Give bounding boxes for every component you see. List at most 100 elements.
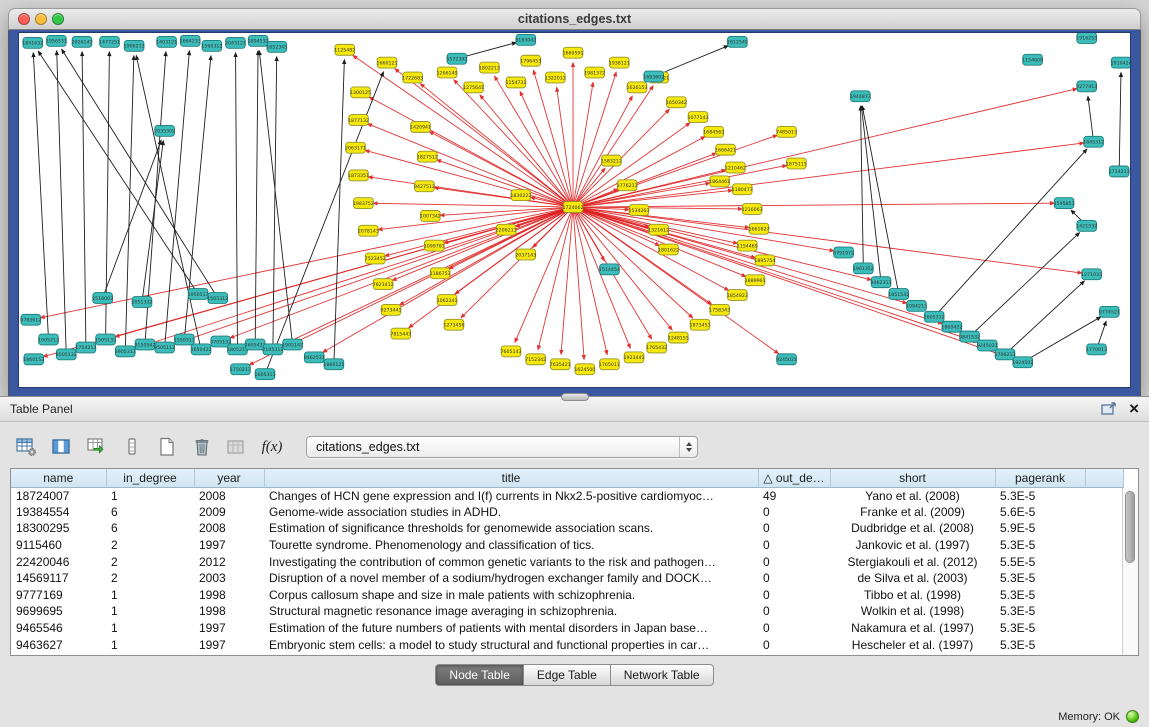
graph-node[interactable]: 1796453 bbox=[520, 55, 541, 66]
graph-node[interactable]: 1938121 bbox=[609, 57, 630, 68]
show-columns-icon[interactable] bbox=[51, 437, 73, 457]
graph-node[interactable]: 1873351 bbox=[348, 170, 369, 181]
graph-node[interactable]: 1505312 bbox=[207, 293, 228, 304]
graph-node[interactable]: 2516003 bbox=[92, 293, 113, 304]
graph-node[interactable]: 1666421 bbox=[715, 144, 736, 155]
graph-node[interactable]: 1845312 bbox=[1083, 136, 1104, 147]
graph-node[interactable]: 1650342 bbox=[666, 97, 687, 108]
graph-node[interactable]: 2043121 bbox=[225, 37, 246, 48]
graph-node[interactable]: 1905313 bbox=[115, 346, 136, 357]
graph-node[interactable]: 1758343 bbox=[709, 304, 730, 315]
graph-node[interactable]: 1875115 bbox=[786, 158, 807, 169]
graph-node[interactable]: 1765432 bbox=[646, 342, 667, 353]
graph-node[interactable]: 1624500 bbox=[574, 364, 595, 375]
column-header-title[interactable]: title bbox=[264, 469, 758, 487]
graph-node[interactable]: 9245021 bbox=[776, 354, 797, 365]
graph-node[interactable]: 9783612 bbox=[20, 314, 41, 325]
graph-node[interactable]: 1421532 bbox=[1076, 220, 1097, 231]
graph-node[interactable]: 7523452 bbox=[365, 253, 386, 264]
import-table-icon[interactable] bbox=[86, 437, 108, 457]
graph-node[interactable]: 1961352 bbox=[853, 263, 874, 274]
graph-node[interactable]: 1895754 bbox=[754, 255, 775, 266]
graph-node[interactable]: 1534263 bbox=[628, 205, 649, 216]
graph-node[interactable]: 2037143 bbox=[515, 249, 536, 260]
graph-node[interactable]: 1652343 bbox=[266, 41, 287, 52]
graph-node[interactable]: 1186753 bbox=[430, 268, 451, 279]
table-row[interactable]: 977716911998Corpus callosum shape and si… bbox=[11, 587, 1123, 604]
graph-node[interactable]: 1801622 bbox=[658, 244, 679, 255]
graph-node[interactable]: 7485013 bbox=[776, 126, 797, 137]
graph-node[interactable]: 1873453 bbox=[689, 319, 710, 330]
graph-node[interactable]: 1094213 bbox=[906, 300, 927, 311]
table-row[interactable]: 1830029562008Estimation of significance … bbox=[11, 520, 1123, 537]
graph-node[interactable]: 6791972 bbox=[833, 247, 854, 258]
graph-node[interactable]: 9462313 bbox=[871, 277, 892, 288]
graph-node[interactable]: 9462531 bbox=[304, 352, 325, 363]
zoom-window-button[interactable] bbox=[52, 13, 64, 25]
graph-node[interactable]: 1007342 bbox=[420, 210, 441, 221]
graph-node[interactable]: 1750213 bbox=[230, 364, 251, 375]
graph-node[interactable]: 1950513 bbox=[188, 289, 209, 300]
graph-node[interactable]: 1595853 bbox=[1054, 198, 1075, 209]
graph-node[interactable]: 1776213 bbox=[617, 180, 638, 191]
table-scrollbar-thumb[interactable] bbox=[1125, 491, 1135, 563]
new-file-icon[interactable] bbox=[156, 437, 178, 457]
graph-node[interactable]: 1180473 bbox=[732, 184, 753, 195]
graph-node[interactable]: 1923441 bbox=[624, 352, 645, 363]
window-title-bar[interactable]: citations_edges.txt bbox=[8, 8, 1141, 30]
graph-node[interactable]: 1860121 bbox=[323, 359, 344, 370]
tab-node-table[interactable]: Node Table bbox=[435, 664, 524, 686]
graph-node[interactable]: 2035302 bbox=[154, 125, 175, 136]
float-panel-icon[interactable] bbox=[1101, 402, 1117, 416]
graph-node[interactable]: 1944873 bbox=[850, 91, 871, 102]
graph-node[interactable]: 5572392 bbox=[446, 53, 467, 64]
graph-node[interactable]: 1514454 bbox=[599, 264, 620, 275]
graph-node[interactable]: 2206213 bbox=[496, 224, 517, 235]
column-icon[interactable] bbox=[121, 437, 143, 457]
graph-node[interactable]: 1877132 bbox=[348, 115, 369, 126]
function-builder-icon[interactable]: f(x) bbox=[261, 437, 283, 457]
graph-node[interactable]: 1981372 bbox=[584, 67, 605, 78]
table-row[interactable]: 946554611997Estimation of the future num… bbox=[11, 620, 1123, 637]
graph-node[interactable]: 1605313 bbox=[255, 369, 276, 380]
graph-node[interactable]: 1830222 bbox=[510, 190, 531, 201]
graph-node[interactable]: 1403121 bbox=[156, 36, 177, 47]
graph-node[interactable]: 1854923 bbox=[727, 290, 748, 301]
graph-node[interactable]: 1664233 bbox=[180, 35, 201, 46]
tab-edge-table[interactable]: Edge Table bbox=[523, 664, 611, 686]
graph-node[interactable]: 9245021 bbox=[977, 340, 998, 351]
graph-node[interactable]: 8183042 bbox=[515, 34, 536, 45]
table-row[interactable]: 969969511998Structural magnetic resonanc… bbox=[11, 603, 1123, 620]
graph-node[interactable]: 1505132 bbox=[95, 334, 116, 345]
graph-node[interactable]: 1754213 bbox=[75, 342, 96, 353]
network-canvas[interactable]: 1724062130012518771322063171187335119837… bbox=[18, 32, 1131, 388]
column-header-short[interactable]: short bbox=[830, 469, 995, 487]
panel-resize-handle[interactable] bbox=[561, 393, 589, 401]
column-header-name[interactable]: name bbox=[11, 469, 106, 487]
graph-node[interactable]: 1802213 bbox=[479, 62, 500, 73]
graph-node[interactable]: 1956531 bbox=[46, 35, 67, 46]
graph-node[interactable]: 2051332 bbox=[132, 297, 153, 308]
graph-node[interactable]: 2063171 bbox=[345, 142, 366, 153]
graph-node[interactable]: 1860422 bbox=[941, 321, 962, 332]
table-row[interactable]: 911546021997Tourette syndrome. Phenomeno… bbox=[11, 537, 1123, 554]
graph-node[interactable]: 1154808 bbox=[1022, 54, 1043, 65]
graph-node[interactable]: 9427512 bbox=[414, 181, 435, 192]
column-header-pagerank[interactable]: pagerank bbox=[995, 469, 1085, 487]
graph-node[interactable]: 9273441 bbox=[380, 304, 401, 315]
graph-node[interactable]: 1650422 bbox=[191, 344, 212, 355]
graph-node[interactable]: 1661627 bbox=[749, 223, 770, 234]
graph-node[interactable]: 1770013 bbox=[1086, 344, 1107, 355]
graph-node[interactable]: 1300125 bbox=[350, 87, 371, 98]
graph-node[interactable]: 1812549 bbox=[727, 36, 748, 47]
graph-node[interactable]: 1273456 bbox=[443, 319, 464, 330]
graph-node[interactable]: 1099783 bbox=[424, 240, 445, 251]
close-panel-icon[interactable]: × bbox=[1129, 402, 1139, 416]
graph-node[interactable]: 7635421 bbox=[550, 359, 571, 370]
column-header-out_degree[interactable]: △ out_de… bbox=[758, 469, 830, 487]
graph-node[interactable]: 1669591 bbox=[563, 47, 584, 58]
graph-node[interactable]: 1889961 bbox=[745, 275, 766, 286]
close-window-button[interactable] bbox=[18, 13, 30, 25]
graph-node[interactable]: 1583212 bbox=[601, 155, 622, 166]
graph-node[interactable]: 1626153 bbox=[627, 82, 648, 93]
